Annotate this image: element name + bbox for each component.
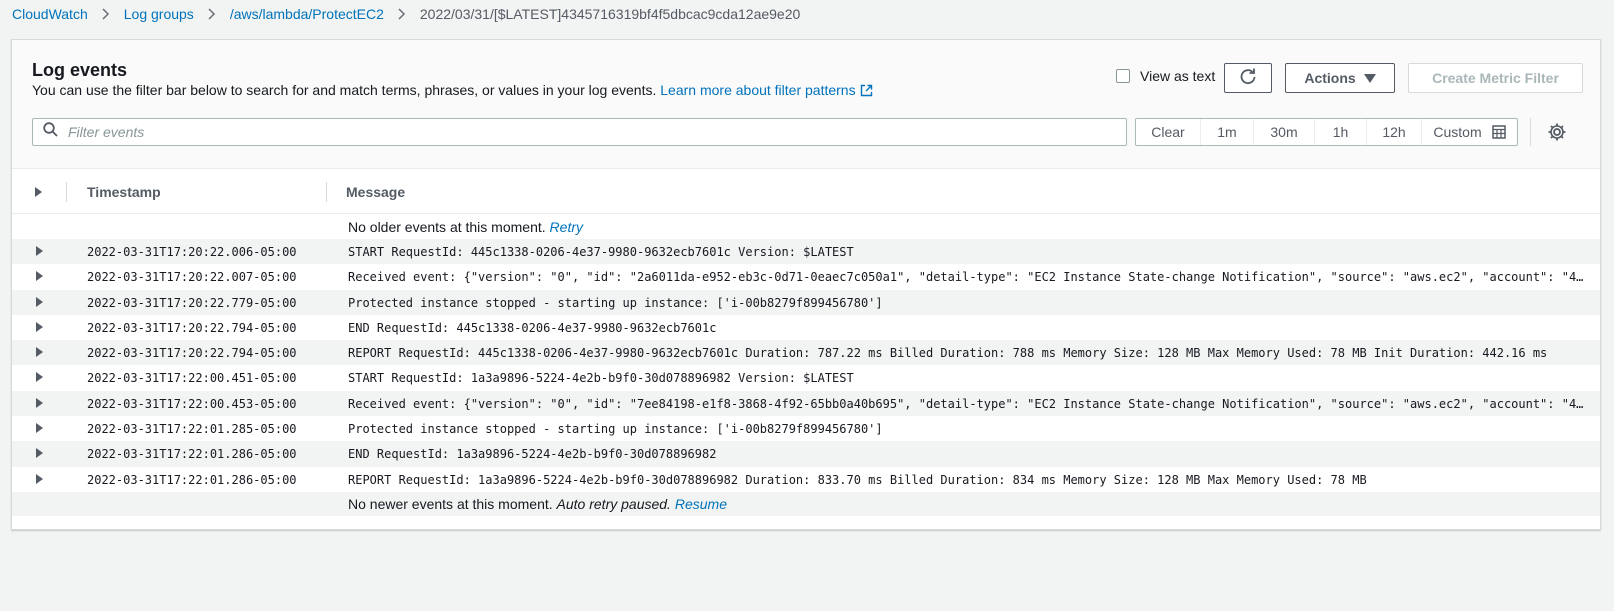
create-metric-filter-button[interactable]: Create Metric Filter	[1408, 63, 1583, 93]
range-30m-button[interactable]: 30m	[1254, 119, 1315, 145]
retry-link[interactable]: Retry	[550, 219, 583, 235]
log-event-row[interactable]: 2022-03-31T17:20:22.006-05:00 START Reque…	[12, 239, 1600, 265]
breadcrumb-cloudwatch[interactable]: CloudWatch	[12, 6, 88, 22]
view-as-text-toggle[interactable]: View as text	[1116, 68, 1215, 84]
column-divider	[66, 182, 67, 202]
expand-row-icon[interactable]	[36, 448, 43, 459]
caret-down-icon	[1363, 73, 1376, 83]
expand-row-icon[interactable]	[36, 372, 43, 383]
log-event-message: Protected instance stopped - starting up…	[348, 422, 883, 437]
log-event-message: END RequestId: 445c1338-0206-4e37-9980-9…	[348, 320, 717, 335]
expand-row-icon[interactable]	[36, 423, 43, 434]
log-event-message: Received event: {"version": "0", "id": "…	[348, 396, 1584, 411]
column-header-message[interactable]: Message	[346, 184, 405, 200]
older-events-notice: No older events at this moment. Retry	[12, 215, 1600, 239]
range-1m-button[interactable]: 1m	[1201, 119, 1254, 145]
create-metric-filter-label: Create Metric Filter	[1432, 70, 1559, 86]
log-event-timestamp: 2022-03-31T17:22:01.285-05:00	[87, 422, 297, 437]
learn-more-label: Learn more about filter patterns	[660, 82, 856, 98]
chevron-right-icon	[208, 8, 216, 20]
log-event-row[interactable]: 2022-03-31T17:22:01.286-05:00 END Request…	[12, 441, 1600, 467]
gear-icon	[1547, 123, 1567, 146]
breadcrumb: CloudWatch Log groups /aws/lambda/Protec…	[12, 4, 800, 24]
log-event-timestamp: 2022-03-31T17:22:00.453-05:00	[87, 396, 297, 411]
preferences-button[interactable]	[1547, 122, 1567, 142]
panel-header: Log events You can use the filter bar be…	[12, 40, 1600, 169]
calendar-icon	[1491, 125, 1506, 139]
actions-button[interactable]: Actions	[1285, 63, 1395, 93]
log-event-timestamp: 2022-03-31T17:20:22.794-05:00	[87, 320, 297, 335]
range-12h-button[interactable]: 12h	[1367, 119, 1422, 145]
log-event-timestamp: 2022-03-31T17:22:00.451-05:00	[87, 371, 297, 386]
refresh-icon	[1239, 68, 1257, 89]
search-icon	[43, 122, 58, 142]
panel-description: You can use the filter bar below to sear…	[32, 82, 873, 100]
table-header: Timestamp Message	[12, 170, 1600, 214]
column-divider	[326, 182, 327, 202]
view-as-text-label: View as text	[1140, 68, 1216, 84]
actions-label: Actions	[1304, 70, 1356, 86]
resume-link[interactable]: Resume	[675, 496, 727, 512]
filter-events-input[interactable]	[66, 123, 1126, 141]
expand-row-icon[interactable]	[36, 473, 43, 484]
toolbar-divider	[1530, 118, 1531, 146]
log-event-timestamp: 2022-03-31T17:20:22.779-05:00	[87, 295, 297, 310]
expand-row-icon[interactable]	[36, 321, 43, 332]
range-clear-button[interactable]: Clear	[1136, 119, 1201, 145]
column-header-timestamp[interactable]: Timestamp	[87, 184, 161, 200]
range-1h-button[interactable]: 1h	[1315, 119, 1367, 145]
log-event-row[interactable]: 2022-03-31T17:22:00.451-05:00 START Reque…	[12, 365, 1600, 390]
range-custom-button[interactable]: Custom	[1422, 119, 1517, 145]
expand-row-icon[interactable]	[36, 347, 43, 358]
expand-all-icon[interactable]	[35, 187, 42, 197]
panel-title: Log events	[32, 60, 128, 80]
chevron-right-icon	[398, 8, 406, 20]
log-event-row[interactable]: 2022-03-31T17:22:01.286-05:00 REPORT Requ…	[12, 467, 1600, 492]
log-event-row[interactable]: 2022-03-31T17:20:22.794-05:00 END Request…	[12, 315, 1600, 340]
expand-row-icon[interactable]	[36, 271, 43, 282]
log-event-message: START RequestId: 1a3a9896-5224-4e2b-b9f0…	[348, 371, 854, 386]
time-range-selector: Clear 1m 30m 1h 12h Custom	[1135, 118, 1518, 146]
filter-events-field[interactable]	[32, 118, 1127, 146]
newer-events-notice: No newer events at this moment. Auto ret…	[12, 491, 1600, 516]
refresh-button[interactable]	[1224, 63, 1272, 93]
log-event-message: REPORT RequestId: 1a3a9896-5224-4e2b-b9f…	[348, 472, 1367, 487]
view-as-text-checkbox[interactable]	[1116, 69, 1130, 83]
log-event-row[interactable]: 2022-03-31T17:20:22.779-05:00 Protected i…	[12, 289, 1600, 315]
learn-more-link[interactable]: Learn more about filter patterns	[660, 82, 872, 98]
log-event-message: Received event: {"version": "0", "id": "…	[348, 270, 1584, 285]
auto-retry-paused-text: Auto retry paused.	[556, 495, 671, 512]
chevron-right-icon	[102, 8, 110, 20]
log-events-panel: Log events You can use the filter bar be…	[11, 39, 1601, 530]
log-event-row[interactable]: 2022-03-31T17:22:00.453-05:00 Received ev…	[12, 390, 1600, 417]
breadcrumb-current: 2022/03/31/[$LATEST]4345716319bf4f5dbcac…	[419, 6, 801, 22]
log-event-row[interactable]: 2022-03-31T17:20:22.794-05:00 REPORT Requ…	[12, 340, 1600, 366]
log-event-timestamp: 2022-03-31T17:20:22.794-05:00	[87, 346, 297, 361]
log-event-timestamp: 2022-03-31T17:22:01.286-05:00	[87, 447, 297, 462]
expand-row-icon[interactable]	[36, 246, 43, 256]
expand-row-icon[interactable]	[36, 296, 43, 307]
log-event-row[interactable]: 2022-03-31T17:20:22.007-05:00 Received ev…	[12, 264, 1600, 289]
description-text: You can use the filter bar below to sear…	[32, 82, 657, 98]
log-event-message: END RequestId: 1a3a9896-5224-4e2b-b9f0-3…	[348, 447, 717, 462]
log-event-timestamp: 2022-03-31T17:22:01.286-05:00	[87, 472, 297, 487]
log-events-list: No older events at this moment. Retry 20…	[12, 215, 1600, 516]
log-event-row[interactable]: 2022-03-31T17:22:01.285-05:00 Protected i…	[12, 416, 1600, 441]
breadcrumb-log-group[interactable]: /aws/lambda/ProtectEC2	[230, 6, 384, 22]
breadcrumb-log-groups[interactable]: Log groups	[124, 6, 194, 22]
expand-row-icon[interactable]	[36, 397, 43, 408]
external-link-icon	[860, 84, 873, 100]
older-events-text: No older events at this moment.	[348, 219, 546, 235]
log-event-timestamp: 2022-03-31T17:20:22.007-05:00	[87, 270, 297, 285]
log-event-message: Protected instance stopped - starting up…	[348, 295, 883, 310]
log-event-timestamp: 2022-03-31T17:20:22.006-05:00	[87, 245, 297, 259]
custom-label: Custom	[1433, 124, 1482, 140]
log-event-message: REPORT RequestId: 445c1338-0206-4e37-998…	[348, 346, 1548, 361]
newer-events-text: No newer events at this moment.	[348, 495, 553, 512]
log-event-message: START RequestId: 445c1338-0206-4e37-9980…	[348, 245, 854, 259]
